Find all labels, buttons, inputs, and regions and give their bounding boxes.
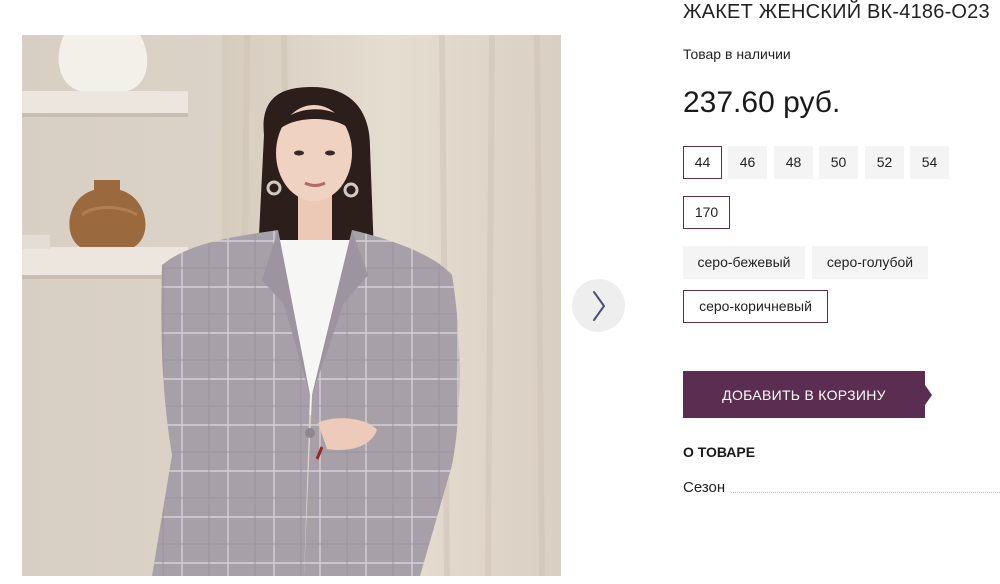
color-option-grey-beige[interactable]: серо-бежевый [683, 246, 805, 279]
size-option-44[interactable]: 44 [683, 146, 722, 179]
product-photo-illustration [22, 35, 561, 576]
product-title: ЖАКЕТ ЖЕНСКИЙ ВК-4186-О23 [683, 1, 990, 23]
color-option-grey-blue[interactable]: серо-голубой [812, 246, 928, 279]
add-to-cart-button[interactable]: ДОБАВИТЬ В КОРЗИНУ [683, 371, 925, 418]
size-option-48[interactable]: 48 [774, 146, 813, 179]
chevron-right-icon [592, 290, 605, 321]
size-option-54[interactable]: 54 [910, 146, 949, 179]
season-leader-dots [731, 492, 1000, 493]
product-page: ЖАКЕТ ЖЕНСКИЙ ВК-4186-О23 Товар в наличи… [0, 0, 1000, 584]
height-option-170[interactable]: 170 [683, 196, 730, 229]
stock-status: Товар в наличии [683, 46, 791, 62]
product-price: 237.60 руб. [683, 86, 841, 119]
size-option-46[interactable]: 46 [728, 146, 767, 179]
about-product-heading: О ТОВАРЕ [683, 444, 756, 460]
gallery-next-button[interactable] [572, 279, 625, 332]
season-label: Сезон [683, 479, 730, 496]
product-photo[interactable] [22, 35, 561, 576]
color-option-grey-brown[interactable]: серо-коричневый [683, 290, 828, 323]
add-to-cart-button-tip [925, 385, 932, 405]
size-option-50[interactable]: 50 [819, 146, 858, 179]
size-option-52[interactable]: 52 [865, 146, 904, 179]
